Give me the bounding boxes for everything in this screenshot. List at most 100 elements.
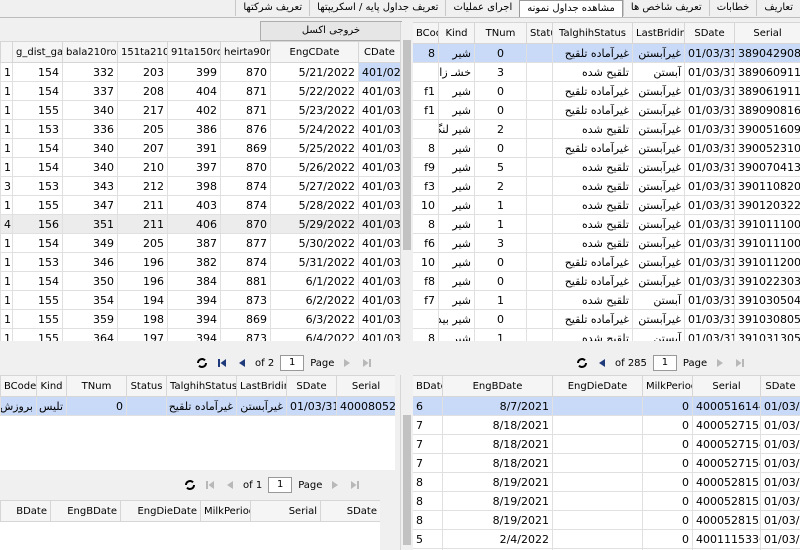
- page-number-input[interactable]: 1: [652, 355, 677, 371]
- table-row[interactable]: 11533362053868765/24/2022401/03/03: [0, 119, 400, 139]
- column-header[interactable]: Status: [126, 375, 167, 397]
- column-header[interactable]: EngDieDate: [120, 500, 201, 522]
- table-row[interactable]: 10 شیر 1 تلقیح شده غیرآبستن 01/03/31 390120322…: [412, 195, 800, 215]
- column-header[interactable]: BCode: [0, 375, 37, 397]
- column-header[interactable]: EngBDate: [50, 500, 121, 522]
- column-header[interactable]: SDate: [286, 375, 337, 397]
- column-header[interactable]: EngCDate: [270, 41, 359, 63]
- last-page-icon[interactable]: [348, 478, 362, 492]
- table-row[interactable]: f3 شیر 2 تلقیح شده غیرآبستن 01/03/31 390110820…: [412, 176, 800, 196]
- refresh-icon[interactable]: [575, 356, 589, 370]
- bottom-right-grid-scrollbar[interactable]: [400, 375, 413, 550]
- first-page-icon[interactable]: [203, 478, 217, 492]
- column-header[interactable]: Kind: [36, 375, 67, 397]
- refresh-icon[interactable]: [183, 478, 197, 492]
- table-row[interactable]: 11543402103978705/26/2022401/03/05: [0, 157, 400, 177]
- table-row[interactable]: 78/18/2021 040005271548001/03/31: [412, 434, 800, 454]
- column-header[interactable]: BDate: [412, 375, 443, 397]
- column-header[interactable]: CDate: [358, 41, 400, 63]
- last-page-icon[interactable]: [360, 356, 374, 370]
- table-row[interactable]: 11553641973948736/4/2022401/03/14: [0, 328, 400, 341]
- table-row[interactable]: 31533432123988745/27/2022401/03/06: [0, 176, 400, 196]
- right-grid-scrollbar[interactable]: [400, 22, 413, 341]
- tab-4[interactable]: اجرای عملیات: [445, 0, 519, 16]
- column-header[interactable]: Serial: [734, 22, 800, 44]
- column-header[interactable]: SDate: [320, 500, 380, 522]
- page-number-input[interactable]: 1: [268, 477, 293, 493]
- export-excel-button[interactable]: خروجی اکسل: [260, 21, 402, 41]
- table-row[interactable]: بروزش تلیس 0 غیرآماده تلقیح غیرآبستن 01/03/31…: [0, 396, 395, 416]
- table-row[interactable]: 11543501963848816/1/2022401/03/11: [0, 271, 400, 291]
- table-row[interactable]: 11543492053878775/30/2022401/03/09: [0, 233, 400, 253]
- table-row[interactable]: 11553472114038745/28/2022401/03/07: [0, 195, 400, 215]
- prev-page-icon[interactable]: [235, 356, 249, 370]
- page-number-input[interactable]: 1: [280, 355, 305, 371]
- table-row[interactable]: f1 شیر 0 غیرآماده تلقیح غیرآبستن 01/03/31 3890…: [412, 100, 800, 120]
- table-row[interactable]: 8 شیر 0 غیرآماده تلقیح غیرآبستن 01/03/31 38904…: [412, 43, 800, 63]
- table-row[interactable]: f7شیر1 تلقیح شدهآبستن01/03/31391030504760: [412, 290, 800, 310]
- tab-3[interactable]: مشاهده جداول نمونه: [519, 0, 623, 17]
- table-row[interactable]: شیر بید 0 غیرآماده تلقیح غیرآبستن 01/03/31 39…: [412, 309, 800, 329]
- table-row[interactable]: 88/19/2021 040005281559001/03/31: [412, 510, 800, 530]
- column-header[interactable]: Serial: [336, 375, 395, 397]
- tab-2[interactable]: تعریف شاخص ها: [622, 0, 709, 16]
- table-row[interactable]: 8شیر1 تلقیح شدهغیرآبستن01/03/313910111004…: [412, 214, 800, 234]
- table-row[interactable]: 11543322033998705/21/2022401/02/31: [0, 62, 400, 82]
- table-row[interactable]: 11533461963828745/31/2022401/03/10: [0, 252, 400, 272]
- column-header[interactable]: TNum: [474, 22, 527, 44]
- column-header[interactable]: EngDieDate: [552, 375, 643, 397]
- next-page-icon[interactable]: [713, 356, 727, 370]
- last-page-icon[interactable]: [733, 356, 747, 370]
- column-header[interactable]: Serial: [692, 375, 761, 397]
- table-row[interactable]: 11553591983948696/3/2022401/03/13: [0, 309, 400, 329]
- column-header[interactable]: LastBriding: [236, 375, 287, 397]
- column-header[interactable]: heirta90roz: [220, 41, 271, 63]
- table-row[interactable]: 11543372084048715/22/2022401/03/01: [0, 81, 400, 101]
- prev-page-icon[interactable]: [223, 478, 237, 492]
- table-row[interactable]: f9 شیر 5 تلقیح شده غیرآبستن 01/03/31 390070413…: [412, 157, 800, 177]
- column-header[interactable]: 151ta210ro: [117, 41, 168, 63]
- column-header[interactable]: MilkPeriod: [642, 375, 693, 397]
- column-header[interactable]: g_dist_gav: [12, 41, 63, 63]
- table-row[interactable]: 52/4/2022 040011153367001/03/31: [412, 529, 800, 549]
- column-header[interactable]: BDate: [0, 500, 51, 522]
- table-row[interactable]: 11543402073918695/25/2022401/03/04: [0, 138, 400, 158]
- column-header[interactable]: SDate: [684, 22, 735, 44]
- tab-5[interactable]: تعریف جداول پایه / اسکریپتها: [309, 0, 445, 16]
- table-row[interactable]: 8 شیر 0 غیرآماده تلقیح غیرآبستن 01/03/31 39005…: [412, 138, 800, 158]
- table-row[interactable]: خشـ زاي3 تلقیح شدهآبستن01/03/313890609112…: [412, 62, 800, 82]
- table-row[interactable]: 8شیر1 تلقیح شدهآبستن01/03/31391031305500: [412, 328, 800, 341]
- table-row[interactable]: شیر لنگ2 تلقیح شدهغیرآبستن01/03/313900516…: [412, 119, 800, 139]
- column-header[interactable]: SDate: [760, 375, 800, 397]
- column-header[interactable]: TalghihStatus: [552, 22, 633, 44]
- table-row[interactable]: 41563512114068705/29/2022401/03/08: [0, 214, 400, 234]
- refresh-icon[interactable]: [195, 356, 209, 370]
- column-header[interactable]: EngBDate: [442, 375, 553, 397]
- table-row[interactable]: f8 شیر 0 غیرآماده تلقیح غیرآبستن 01/03/31 3910…: [412, 271, 800, 291]
- next-page-icon[interactable]: [328, 478, 342, 492]
- table-row[interactable]: f6 شیر 3 تلقیح شده غیرآبستن 01/03/31 391011100…: [412, 233, 800, 253]
- column-header[interactable]: MilkPeriod: [200, 500, 251, 522]
- table-row[interactable]: 88/19/2021 040005281554001/03/31: [412, 472, 800, 492]
- column-header[interactable]: 91ta150roz: [167, 41, 221, 63]
- table-row[interactable]: 78/18/2021 040005271538001/03/31: [412, 415, 800, 435]
- column-header[interactable]: Status: [526, 22, 553, 44]
- next-page-icon[interactable]: [340, 356, 354, 370]
- table-row[interactable]: 11553402174028715/23/2022401/03/02: [0, 100, 400, 120]
- table-row[interactable]: 78/18/2021 040005271549001/03/31: [412, 453, 800, 473]
- column-header[interactable]: TalghihStatus: [166, 375, 237, 397]
- column-header[interactable]: TNum: [66, 375, 127, 397]
- column-header[interactable]: bala210roz: [62, 41, 118, 63]
- tab-1[interactable]: خطابات: [708, 0, 757, 16]
- tab-0[interactable]: تعاریف: [756, 0, 800, 16]
- table-row[interactable]: 11553541943948736/2/2022401/03/12: [0, 290, 400, 310]
- column-header[interactable]: Kind: [438, 22, 475, 44]
- prev-page-icon[interactable]: [595, 356, 609, 370]
- table-row[interactable]: 88/19/2021 040005281558001/03/31: [412, 491, 800, 511]
- table-row[interactable]: 10 شیر 0 غیرآماده تلقیح غیرآبستن 01/03/31 3910…: [412, 252, 800, 272]
- table-row[interactable]: f1 شیر 0 غیرآماده تلقیح غیرآبستن 01/03/31 3890…: [412, 81, 800, 101]
- table-row[interactable]: 68/7/2021 040005161441001/03/31: [412, 396, 800, 416]
- column-header[interactable]: Serial: [250, 500, 321, 522]
- column-header[interactable]: LastBriding: [632, 22, 685, 44]
- column-header[interactable]: [0, 41, 13, 63]
